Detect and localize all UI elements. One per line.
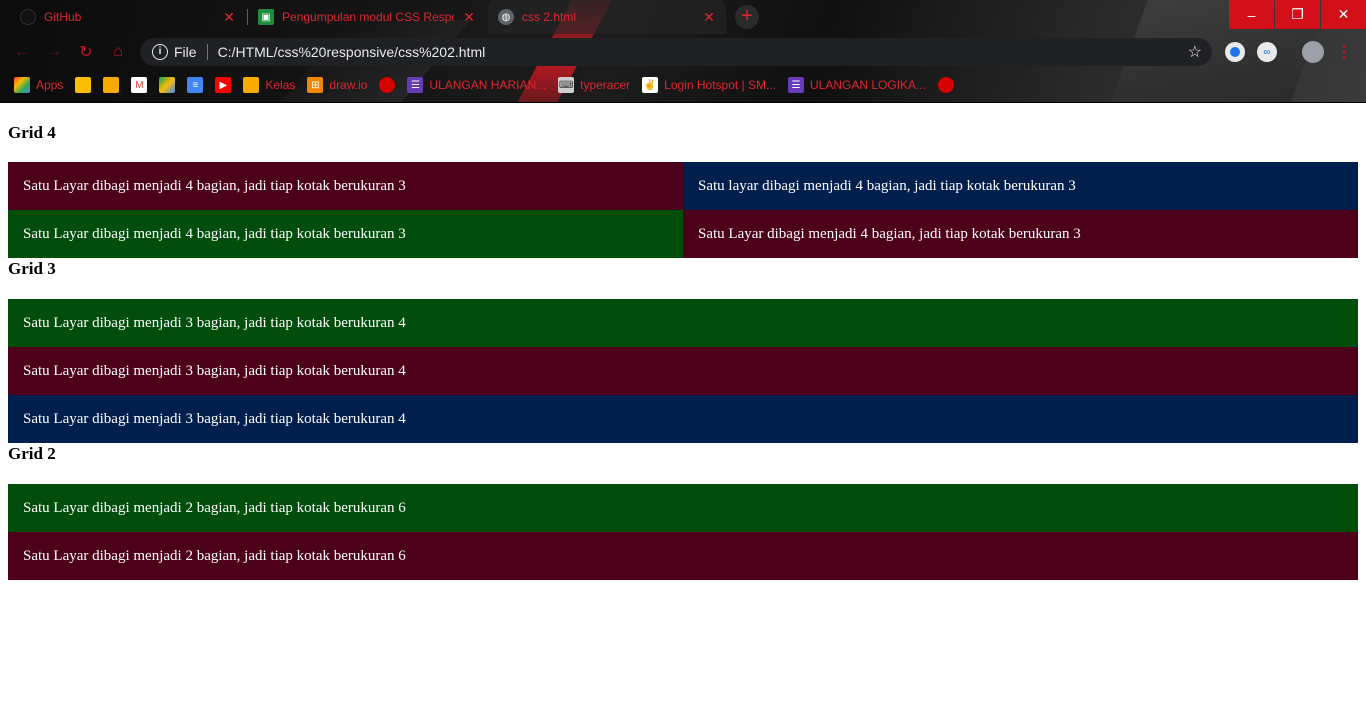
drawio-icon: ⊞ (307, 77, 324, 93)
forms-icon: ☰ (788, 77, 804, 93)
extension-infinity-icon[interactable]: ∞ (1257, 42, 1277, 62)
grid2-heading: Grid 2 (8, 444, 56, 463)
globe-red-icon (938, 77, 955, 93)
grid4-heading: Grid 4 (8, 123, 56, 142)
bookmark-label: ULANGAN HARIAN... (429, 78, 547, 92)
grid3-box-3: Satu Layar dibagi menjadi 3 bagian, jadi… (8, 395, 1358, 443)
typeracer-icon: ⌨ (558, 77, 575, 93)
bookmark-label: Apps (36, 78, 64, 92)
browser-chrome: GitHub ✕ ▣ Pengumpulan modul CSS Respon … (0, 0, 1366, 103)
address-bar[interactable]: i File C:/HTML/css%20responsive/css%202.… (140, 38, 1212, 66)
forms-icon: ☰ (407, 77, 424, 93)
grid2-box-1: Satu Layar dibagi menjadi 2 bagian, jadi… (8, 484, 1358, 532)
grid3-box-1: Satu Layar dibagi menjadi 3 bagian, jadi… (8, 299, 1358, 347)
forward-button[interactable]: → (42, 40, 66, 64)
toolbar: ← → ↻ ⌂ i File C:/HTML/css%20responsive/… (0, 36, 1366, 68)
reload-button[interactable]: ↻ (74, 40, 98, 64)
grid3-heading: Grid 3 (8, 259, 56, 278)
bookmark-drawio[interactable]: ⊞ draw.io (307, 77, 367, 93)
classroom-icon (243, 77, 260, 93)
bookmark-label: ULANGAN LOGIKA... (810, 78, 927, 92)
bookmark-gmail[interactable]: M (131, 77, 148, 93)
bookmark-globe-2[interactable] (938, 77, 955, 93)
bookmark-classroom[interactable] (103, 77, 120, 93)
globe-red-icon (379, 77, 396, 93)
close-window-button[interactable]: ✕ (1321, 0, 1366, 29)
minimize-button[interactable]: – (1229, 0, 1274, 29)
page-viewport: Grid 4 Satu Layar dibagi menjadi 4 bagia… (0, 104, 1366, 728)
omnibox-divider (206, 44, 208, 60)
back-button[interactable]: ← (10, 40, 34, 64)
bookmark-ulangan-logika[interactable]: ☰ ULANGAN LOGIKA... (788, 77, 926, 93)
close-tab-icon[interactable]: ✕ (462, 9, 476, 26)
tab-css2[interactable]: ◍ css 2.html ✕ (488, 0, 726, 34)
grid3-box-2: Satu Layar dibagi menjadi 3 bagian, jadi… (8, 347, 1358, 395)
menu-icon[interactable]: ⋮ (1336, 42, 1352, 62)
grid4-box-3: Satu Layar dibagi menjadi 4 bagian, jadi… (8, 210, 683, 258)
hotspot-icon: ✌ (642, 77, 659, 93)
bookmark-typeracer[interactable]: ⌨ typeracer (558, 77, 630, 93)
youtube-icon: ▶ (215, 77, 232, 93)
url-text[interactable]: C:/HTML/css%20responsive/css%202.html (218, 44, 1188, 60)
grid4-box-4: Satu Layar dibagi menjadi 4 bagian, jadi… (683, 210, 1358, 258)
bookmark-login-hotspot[interactable]: ✌ Login Hotspot | SM... (642, 77, 776, 93)
bookmark-drive[interactable] (159, 77, 176, 93)
bookmark-apps[interactable]: Apps (14, 77, 63, 93)
bookmark-label: Login Hotspot | SM... (664, 78, 776, 92)
restore-button[interactable]: ❐ (1275, 0, 1320, 29)
grid4-box-1: Satu Layar dibagi menjadi 4 bagian, jadi… (8, 162, 683, 210)
bookmark-docs[interactable]: ≡ (187, 77, 204, 93)
extension-icon[interactable] (1225, 42, 1245, 62)
bookmark-star-icon[interactable]: ☆ (1188, 42, 1202, 62)
bookmark-globe[interactable] (379, 77, 396, 93)
tab-github[interactable]: GitHub ✕ (0, 0, 246, 34)
close-tab-icon[interactable]: ✕ (222, 9, 236, 26)
tab-title: GitHub (44, 10, 82, 24)
grid4-box-2: Satu layar dibagi menjadi 4 bagian, jadi… (683, 162, 1358, 210)
profile-avatar[interactable] (1302, 41, 1324, 63)
grid2-box-2: Satu Layar dibagi menjadi 2 bagian, jadi… (8, 532, 1358, 580)
tab-title: css 2.html (522, 10, 577, 24)
globe-icon: ◍ (498, 9, 514, 25)
scheme-label: File (174, 44, 197, 60)
bookmark-label: typeracer (580, 78, 631, 92)
bookmark-label: Kelas (265, 78, 296, 92)
new-tab-button[interactable]: + (735, 5, 759, 29)
drive-icon (159, 77, 176, 93)
bookmark-kelas[interactable]: Kelas (243, 77, 295, 93)
bookmark-label: draw.io (329, 78, 368, 92)
tab-title: Pengumpulan modul CSS Respon (282, 10, 454, 24)
bookmark-keep[interactable] (75, 77, 92, 93)
apps-grid-icon (14, 77, 30, 93)
bookmark-youtube[interactable]: ▶ (215, 77, 232, 93)
bookmark-ulangan-harian[interactable]: ☰ ULANGAN HARIAN... (407, 77, 546, 93)
gmail-icon: M (131, 77, 148, 93)
bookmarks-bar: Apps M ≡ ▶ Kelas ⊞ draw.io ☰ ULANGAN HAR… (0, 72, 1366, 98)
tab-pengumpulan[interactable]: ▣ Pengumpulan modul CSS Respon ✕ (248, 0, 486, 34)
classroom-icon (103, 77, 120, 93)
close-tab-icon[interactable]: ✕ (702, 9, 716, 26)
tab-strip: GitHub ✕ ▣ Pengumpulan modul CSS Respon … (0, 0, 1366, 34)
info-icon[interactable]: i (152, 44, 168, 60)
keep-icon (75, 77, 92, 93)
github-icon (20, 9, 36, 25)
docs-icon: ≡ (187, 77, 204, 93)
home-button[interactable]: ⌂ (106, 40, 130, 64)
classroom-icon: ▣ (258, 9, 274, 25)
